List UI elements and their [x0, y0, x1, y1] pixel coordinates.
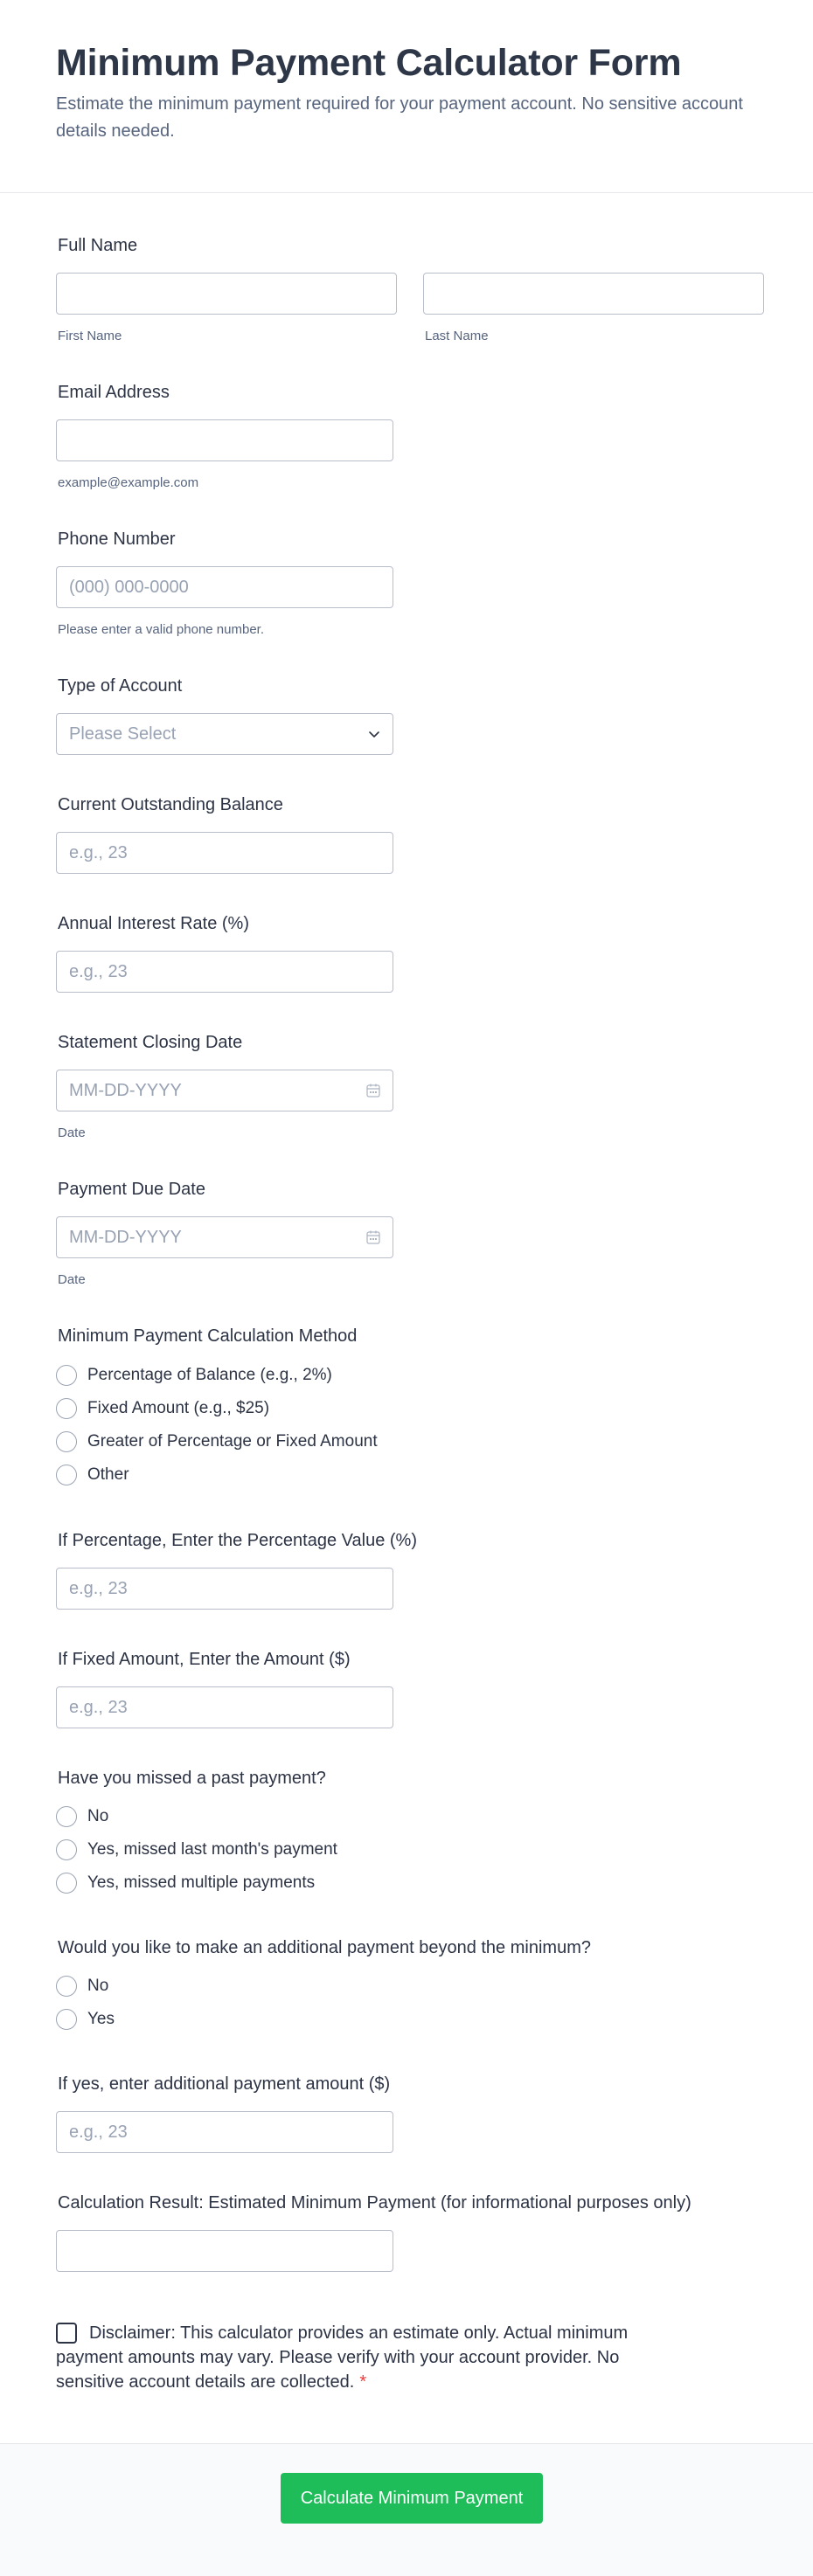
email-input[interactable]: [56, 419, 393, 461]
chevron-down-icon: [369, 731, 379, 737]
result-input[interactable]: [56, 2230, 393, 2272]
statement-date-label: Statement Closing Date: [58, 1033, 243, 1052]
balance-label: Current Outstanding Balance: [58, 795, 283, 814]
interest-input[interactable]: [56, 951, 393, 993]
form-title: Minimum Payment Calculator Form: [56, 42, 682, 84]
calendar-icon[interactable]: [365, 1229, 381, 1245]
radio-circle[interactable]: [56, 1431, 77, 1452]
radio-label: Yes, missed multiple payments: [87, 1873, 316, 1892]
interest-label: Annual Interest Rate (%): [58, 914, 249, 933]
disclaimer-label: Disclaimer: This calculator provides an …: [56, 2323, 629, 2392]
radio-label: Yes: [87, 2010, 115, 2028]
phone-sublabel: Please enter a valid phone number.: [58, 622, 264, 637]
phone-input[interactable]: [56, 566, 393, 608]
radio-label: Greater of Percentage or Fixed Amount: [87, 1432, 378, 1451]
disclaimer-text: Disclaimer: This calculator provides an …: [56, 2321, 685, 2394]
radio-circle[interactable]: [56, 1839, 77, 1860]
radio-label: Yes, missed last month's payment: [87, 1840, 337, 1859]
fixed-amount-input[interactable]: [56, 1686, 393, 1728]
first-name-input[interactable]: [56, 273, 397, 315]
radio-label: No: [87, 1807, 109, 1825]
last-name-input[interactable]: [423, 273, 764, 315]
account-type-placeholder: Please Select: [69, 724, 177, 744]
radio-circle[interactable]: [56, 1976, 77, 1997]
required-asterisk: *: [359, 2372, 367, 2392]
missed-label: Have you missed a past payment?: [58, 1769, 326, 1788]
account-type-label: Type of Account: [58, 676, 183, 696]
radio-circle[interactable]: [56, 2009, 77, 2030]
method-label: Minimum Payment Calculation Method: [58, 1326, 358, 1346]
due-date-label: Payment Due Date: [58, 1180, 205, 1199]
radio-circle[interactable]: [56, 1806, 77, 1827]
account-type-select[interactable]: Please Select: [56, 713, 393, 755]
full-name-label: Full Name: [58, 236, 138, 255]
additional-label: Would you like to make an additional pay…: [58, 1938, 591, 1957]
form-header: Minimum Payment Calculator Form Estimate…: [0, 0, 813, 193]
due-date-sublabel: Date: [58, 1272, 86, 1287]
radio-label: Fixed Amount (e.g., $25): [87, 1399, 270, 1417]
statement-date-sublabel: Date: [58, 1125, 86, 1140]
statement-date-input[interactable]: [56, 1070, 393, 1111]
radio-label: No: [87, 1977, 109, 1995]
radio-circle[interactable]: [56, 1873, 77, 1894]
radio-circle[interactable]: [56, 1365, 77, 1386]
radio-circle[interactable]: [56, 1465, 77, 1485]
first-name-sublabel: First Name: [58, 329, 122, 343]
last-name-sublabel: Last Name: [425, 329, 489, 343]
email-label: Email Address: [58, 383, 170, 402]
result-label: Calculation Result: Estimated Minimum Pa…: [58, 2193, 691, 2212]
form-subtitle: Estimate the minimum payment required fo…: [56, 94, 743, 141]
email-sublabel: example@example.com: [58, 475, 199, 490]
due-date-input[interactable]: [56, 1216, 393, 1258]
radio-label: Percentage of Balance (e.g., 2%): [87, 1366, 332, 1384]
radio-circle[interactable]: [56, 1398, 77, 1419]
percentage-label: If Percentage, Enter the Percentage Valu…: [58, 1531, 417, 1550]
balance-input[interactable]: [56, 832, 393, 874]
additional-amount-label: If yes, enter additional payment amount …: [58, 2074, 391, 2094]
additional-amount-input[interactable]: [56, 2111, 393, 2153]
form-card: Minimum Payment Calculator Form Estimate…: [0, 0, 813, 2576]
calendar-icon[interactable]: [365, 1083, 381, 1098]
fixed-amount-label: If Fixed Amount, Enter the Amount ($): [58, 1650, 351, 1669]
percentage-input[interactable]: [56, 1568, 393, 1610]
phone-label: Phone Number: [58, 530, 176, 549]
radio-label: Other: [87, 1465, 129, 1484]
calculate-button[interactable]: Calculate Minimum Payment: [281, 2473, 543, 2524]
